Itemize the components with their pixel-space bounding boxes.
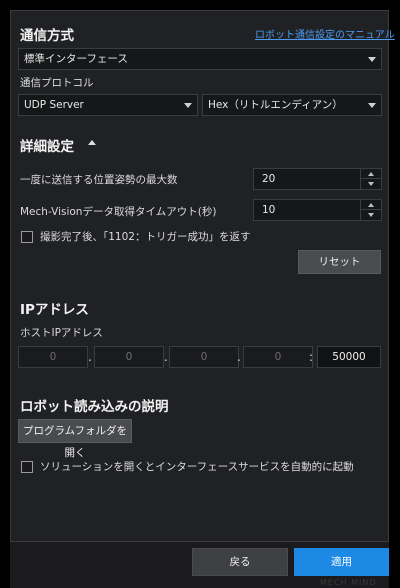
- caret-up-icon[interactable]: [88, 140, 96, 145]
- timeout-spinbox[interactable]: 10: [253, 199, 382, 221]
- protocol-select[interactable]: UDP Server: [18, 94, 198, 116]
- max-poses-label: 一度に送信する位置姿勢の最大数: [20, 174, 178, 186]
- timeout-value: 10: [262, 204, 276, 216]
- watermark-logo: MECH MIND: [320, 578, 377, 587]
- ip-octet-1[interactable]: 0: [18, 346, 88, 368]
- auto-start-label: ソリューションを開くとインターフェースサービスを自動的に起動: [40, 461, 354, 473]
- return-1102-checkbox[interactable]: [21, 231, 33, 243]
- host-ip-label: ホストIPアドレス: [20, 327, 103, 339]
- protocol-select-value: UDP Server: [24, 99, 84, 111]
- comm-section-title: 通信方式: [20, 28, 74, 44]
- port-input[interactable]: 50000: [317, 346, 381, 368]
- apply-button[interactable]: 適用: [294, 548, 389, 576]
- back-button[interactable]: 戻る: [192, 548, 288, 576]
- ip-separator: .: [237, 350, 241, 364]
- interface-select[interactable]: 標準インターフェース: [18, 48, 382, 70]
- ip-octet-2[interactable]: 0: [94, 346, 164, 368]
- format-select[interactable]: Hex（リトルエンディアン）: [202, 94, 382, 116]
- return-1102-label: 撮影完了後、「1102：トリガー成功」を返す: [40, 231, 251, 243]
- timeout-label: Mech-Visionデータ取得タイムアウト(秒): [20, 206, 217, 218]
- spin-down-icon[interactable]: [361, 179, 381, 189]
- chevron-down-icon: [368, 57, 376, 62]
- ip-section-title: IPアドレス: [20, 302, 89, 318]
- auto-start-checkbox[interactable]: [21, 461, 33, 473]
- open-program-folder-button[interactable]: プログラムフォルダを開く: [18, 419, 132, 459]
- robot-load-title: ロボット読み込みの説明: [20, 399, 169, 415]
- chevron-down-icon: [368, 103, 376, 108]
- reset-button[interactable]: リセット: [298, 250, 381, 274]
- max-poses-value: 20: [262, 173, 276, 185]
- spin-up-icon[interactable]: [361, 169, 381, 179]
- protocol-label: 通信プロトコル: [20, 77, 94, 89]
- spin-up-icon[interactable]: [361, 200, 381, 210]
- format-select-value: Hex（リトルエンディアン）: [208, 99, 343, 111]
- ip-octet-4[interactable]: 0: [243, 346, 313, 368]
- manual-link[interactable]: ロボット通信設定のマニュアル: [255, 26, 395, 41]
- chevron-down-icon: [184, 103, 192, 108]
- ip-separator: .: [164, 350, 168, 364]
- ip-octet-3[interactable]: 0: [169, 346, 239, 368]
- details-section-title: 詳細設定: [20, 139, 74, 155]
- ip-separator: .: [88, 350, 92, 364]
- max-poses-spinbox[interactable]: 20: [253, 168, 382, 190]
- spin-down-icon[interactable]: [361, 210, 381, 220]
- port-separator: :: [309, 350, 314, 364]
- interface-select-value: 標準インターフェース: [24, 53, 128, 65]
